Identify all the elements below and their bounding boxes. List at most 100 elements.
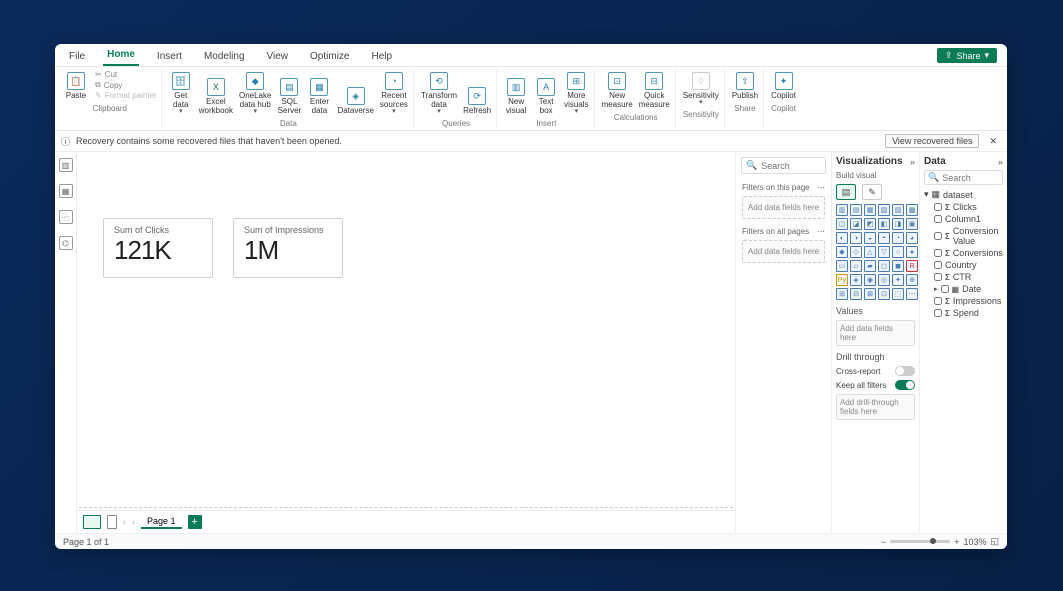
model-view-button[interactable]: ⿻ bbox=[59, 210, 73, 224]
field-checkbox[interactable] bbox=[941, 285, 949, 293]
viz-type-button[interactable]: ⊠ bbox=[864, 288, 876, 300]
field-item[interactable]: Column1 bbox=[924, 213, 1003, 225]
viz-type-button[interactable]: ◇ bbox=[850, 246, 862, 258]
viz-type-button[interactable]: ▧ bbox=[878, 204, 890, 216]
format-visual-tab[interactable]: ✎ bbox=[862, 184, 882, 200]
filter-dropzone-page[interactable]: Add data fields here bbox=[742, 196, 825, 219]
viz-type-button[interactable]: ▨ bbox=[892, 204, 904, 216]
tab-file[interactable]: File bbox=[65, 51, 89, 66]
share-button[interactable]: ⇪ Share ▾ bbox=[937, 48, 997, 63]
sensitivity-button[interactable]: ◊Sensitivity bbox=[682, 70, 720, 108]
cut-button[interactable]: ✂ Cut bbox=[95, 70, 157, 79]
dax-view-button[interactable]: ⌬ bbox=[59, 236, 73, 250]
field-checkbox[interactable] bbox=[934, 273, 942, 281]
field-item[interactable]: ΣClicks bbox=[924, 201, 1003, 213]
viz-type-button[interactable]: ⊡ bbox=[878, 288, 890, 300]
field-item[interactable]: Country bbox=[924, 259, 1003, 271]
viz-type-button[interactable]: ◧ bbox=[878, 218, 890, 230]
viz-type-button[interactable]: R bbox=[906, 260, 918, 272]
tab-help[interactable]: Help bbox=[367, 51, 396, 66]
viz-type-button[interactable]: ⊞ bbox=[836, 288, 848, 300]
publish-button[interactable]: ⇧Publish bbox=[731, 70, 759, 102]
tab-insert[interactable]: Insert bbox=[153, 51, 186, 66]
zoom-slider[interactable] bbox=[890, 540, 950, 543]
recent-sources-button[interactable]: ◔Recent sources bbox=[379, 70, 409, 117]
cross-report-toggle[interactable] bbox=[895, 366, 915, 376]
field-checkbox[interactable] bbox=[934, 297, 942, 305]
keep-filters-toggle[interactable] bbox=[895, 380, 915, 390]
viz-type-button[interactable]: ◆ bbox=[836, 246, 848, 258]
viz-type-button[interactable]: ▽ bbox=[878, 246, 890, 258]
enter-data-button[interactable]: ▦Enter data bbox=[306, 70, 332, 117]
page-tab[interactable]: Page 1 bbox=[141, 515, 182, 529]
filter-dropzone-all[interactable]: Add data fields here bbox=[742, 240, 825, 263]
new-visual-button[interactable]: ▥New visual bbox=[503, 70, 529, 117]
zoom-in-button[interactable]: + bbox=[954, 537, 959, 547]
mobile-layout-button[interactable] bbox=[107, 515, 117, 529]
transform-data-button[interactable]: ⟲Transform data bbox=[420, 70, 458, 117]
prev-page-button[interactable]: ‹ bbox=[123, 517, 126, 527]
card-visual-impressions[interactable]: Sum of Impressions 1M bbox=[233, 218, 343, 278]
viz-type-button[interactable]: ◩ bbox=[864, 218, 876, 230]
copy-button[interactable]: ⧉ Copy bbox=[95, 80, 157, 90]
viz-type-button[interactable]: ▰ bbox=[864, 260, 876, 272]
card-visual-clicks[interactable]: Sum of Clicks 121K bbox=[103, 218, 213, 278]
sql-server-button[interactable]: ▤SQL Server bbox=[276, 70, 302, 117]
viz-type-button[interactable]: ▥ bbox=[836, 204, 848, 216]
viz-type-button[interactable]: ◑ bbox=[850, 232, 862, 244]
format-painter-button[interactable]: ✎ Format painter bbox=[95, 91, 157, 100]
viz-type-button[interactable]: ▩ bbox=[906, 204, 918, 216]
tab-optimize[interactable]: Optimize bbox=[306, 51, 353, 66]
field-checkbox[interactable] bbox=[934, 215, 942, 223]
text-box-button[interactable]: AText box bbox=[533, 70, 559, 117]
new-measure-button[interactable]: ⊡New measure bbox=[601, 70, 634, 111]
collapse-pane-button[interactable]: » bbox=[910, 157, 915, 167]
viz-type-button[interactable]: ◪ bbox=[850, 218, 862, 230]
viz-type-button[interactable]: ◼ bbox=[892, 260, 904, 272]
field-item[interactable]: ΣSpend bbox=[924, 307, 1003, 319]
field-checkbox[interactable] bbox=[934, 232, 942, 240]
data-search-input[interactable] bbox=[942, 173, 999, 183]
quick-measure-button[interactable]: ⊟Quick measure bbox=[638, 70, 671, 111]
report-view-button[interactable]: ▥ bbox=[59, 158, 73, 172]
viz-more-button[interactable]: ⋯ bbox=[906, 288, 918, 300]
drillthrough-well[interactable]: Add drill-through fields here bbox=[836, 394, 915, 420]
report-canvas[interactable]: Sum of Clicks 121K Sum of Impressions 1M bbox=[77, 152, 735, 510]
viz-type-button[interactable]: ◔ bbox=[892, 232, 904, 244]
get-data-button[interactable]: 🗄Get data bbox=[168, 70, 194, 117]
viz-type-button[interactable]: △ bbox=[864, 246, 876, 258]
view-recovered-button[interactable]: View recovered files bbox=[885, 134, 979, 148]
viz-type-button[interactable]: ▣ bbox=[906, 218, 918, 230]
more-icon[interactable]: ⋯ bbox=[817, 183, 825, 192]
add-page-button[interactable]: + bbox=[188, 515, 202, 529]
viz-type-button[interactable]: ▦ bbox=[864, 204, 876, 216]
values-well[interactable]: Add data fields here bbox=[836, 320, 915, 346]
collapse-pane-button[interactable]: » bbox=[998, 157, 1003, 167]
table-view-button[interactable]: ▦ bbox=[59, 184, 73, 198]
more-visuals-button[interactable]: ⊞More visuals bbox=[563, 70, 589, 117]
field-item[interactable]: ΣImpressions bbox=[924, 295, 1003, 307]
field-checkbox[interactable] bbox=[934, 249, 942, 257]
field-item[interactable]: ΣConversions bbox=[924, 247, 1003, 259]
viz-type-button[interactable]: ◫ bbox=[836, 218, 848, 230]
viz-type-button[interactable]: ◒ bbox=[864, 232, 876, 244]
zoom-out-button[interactable]: − bbox=[881, 537, 886, 547]
field-checkbox[interactable] bbox=[934, 309, 942, 317]
viz-type-button[interactable]: ◨ bbox=[892, 218, 904, 230]
field-item[interactable]: ▸▦Date bbox=[924, 283, 1003, 295]
onelake-hub-button[interactable]: ◆OneLake data hub bbox=[238, 70, 272, 117]
viz-type-button[interactable]: ◕ bbox=[906, 232, 918, 244]
build-visual-tab[interactable]: ▤ bbox=[836, 184, 856, 200]
filter-search[interactable]: 🔍 bbox=[741, 157, 826, 174]
viz-type-button[interactable]: ◻ bbox=[878, 260, 890, 272]
viz-type-button[interactable]: ◓ bbox=[878, 232, 890, 244]
filter-search-input[interactable] bbox=[761, 161, 821, 171]
viz-type-button[interactable]: ◉ bbox=[864, 274, 876, 286]
viz-type-button[interactable]: ⬚ bbox=[892, 288, 904, 300]
field-checkbox[interactable] bbox=[934, 203, 942, 211]
viz-type-button[interactable]: Py bbox=[836, 274, 848, 286]
more-icon[interactable]: ⋯ bbox=[817, 227, 825, 236]
data-search[interactable]: 🔍 bbox=[924, 170, 1003, 185]
close-banner-button[interactable]: ✕ bbox=[985, 136, 1001, 147]
fit-page-button[interactable]: ◱ bbox=[990, 536, 999, 547]
